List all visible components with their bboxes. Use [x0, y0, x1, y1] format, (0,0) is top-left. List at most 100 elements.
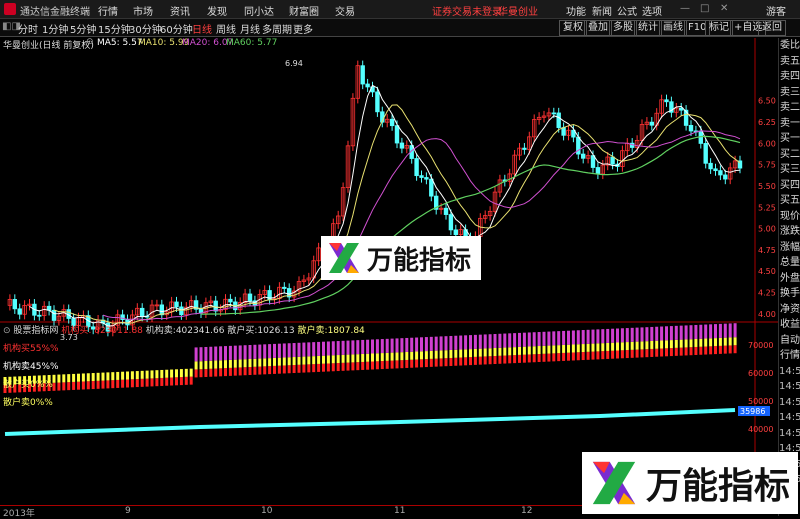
back-button[interactable]: 返回 [758, 20, 786, 36]
inst-sell-bar [410, 351, 414, 360]
retail-bar [488, 356, 492, 365]
menu-options[interactable]: 选项 [642, 3, 662, 18]
side-item[interactable]: 买四 [779, 178, 800, 194]
candle-body [561, 127, 566, 136]
side-item[interactable]: 涨幅 [779, 240, 800, 256]
adjust-button[interactable]: 复权 [559, 20, 587, 36]
side-item[interactable]: 卖二 [779, 100, 800, 116]
inst-sell-bar [630, 341, 634, 350]
menu-function[interactable]: 功能 [566, 3, 586, 18]
menu-trade[interactable]: 交易 [335, 3, 355, 18]
mark-button[interactable]: 标记 [705, 20, 733, 36]
side-item[interactable]: 外盘 [779, 271, 800, 287]
inst-sell-bar [86, 373, 90, 382]
menu-discover[interactable]: 发现 [207, 3, 227, 18]
side-item[interactable]: 行情 [779, 348, 800, 364]
side-item[interactable]: 买一 [779, 131, 800, 147]
retail-bar [459, 357, 463, 366]
inst-buy-bar [586, 329, 590, 344]
inst-sell-bar [155, 370, 159, 379]
menu-news[interactable]: 资讯 [170, 3, 190, 18]
side-item[interactable]: 14:5 [779, 364, 800, 380]
retail-bar [145, 378, 149, 387]
period-60min[interactable]: 60分钟 [160, 21, 193, 36]
draw-button[interactable]: 画线 [659, 20, 687, 36]
retail-bar [645, 349, 649, 358]
menu-wealth[interactable]: 财富圈 [289, 3, 319, 18]
inst-sell-bar [527, 346, 531, 355]
inst-sell-label: 机构卖: [145, 326, 176, 336]
menu-formula[interactable]: 公式 [617, 3, 637, 18]
close-icon[interactable]: ✕ [720, 3, 728, 14]
period-multi[interactable]: 多周期 [262, 21, 292, 36]
inst-sell-bar [135, 371, 139, 380]
period-30min[interactable]: 30分钟 [129, 21, 162, 36]
candle-body [399, 142, 405, 149]
side-item[interactable]: 买三 [779, 162, 800, 178]
login-status[interactable]: 证券交易未登录 [432, 3, 502, 18]
retail-bar [228, 367, 232, 376]
menu-news-right[interactable]: 新闻 [592, 3, 612, 18]
side-item[interactable]: 委比 [779, 38, 800, 54]
inst-buy-bar [258, 344, 262, 359]
side-item[interactable]: 14:5 [779, 426, 800, 442]
candle-body [174, 301, 179, 308]
side-item[interactable]: 涨跌 [779, 224, 800, 240]
minimize-icon[interactable]: — [680, 3, 690, 14]
inst-sell-bar [106, 372, 110, 381]
period-15min[interactable]: 15分钟 [98, 21, 131, 36]
side-item[interactable]: 总量 [779, 255, 800, 271]
side-item[interactable]: 卖三 [779, 85, 800, 101]
period-1min[interactable]: 1分钟 [42, 21, 68, 36]
stats-button[interactable]: 统计 [634, 20, 662, 36]
period-5min[interactable]: 5分钟 [70, 21, 96, 36]
inst-sell-bar [655, 340, 659, 349]
side-item[interactable]: 收益 [779, 317, 800, 333]
side-item[interactable]: 14:5 [779, 410, 800, 426]
inst-buy-bar [400, 338, 404, 353]
inst-buy-bar [375, 339, 379, 354]
period-weekly[interactable]: 周线 [216, 21, 236, 36]
inst-sell-bar [111, 372, 115, 381]
multi-stock-button[interactable]: 多股 [609, 20, 637, 36]
maximize-icon[interactable]: □ [700, 3, 709, 14]
side-item[interactable]: 买五 [779, 193, 800, 209]
menu-assistant[interactable]: 同小达 [244, 3, 274, 18]
retail-bar [91, 381, 95, 390]
guest-label[interactable]: 游客 [766, 3, 786, 18]
inst-sell-bar [669, 340, 673, 349]
inst-sell-bar [640, 341, 644, 350]
side-item[interactable]: 卖五 [779, 54, 800, 70]
side-item[interactable]: 14:5 [779, 379, 800, 395]
period-monthly[interactable]: 月线 [240, 21, 260, 36]
inst-buy-bar [620, 328, 624, 343]
period-intraday[interactable]: 分时 [18, 21, 38, 36]
inst-sell-bar [67, 374, 71, 383]
candle-body [429, 178, 434, 197]
inst-sell-bar [331, 355, 335, 364]
candle-body [139, 307, 145, 317]
side-item[interactable]: 换手 [779, 286, 800, 302]
side-item[interactable]: 买二 [779, 147, 800, 163]
side-item[interactable]: 自动 [779, 333, 800, 349]
inst-sell-bar [189, 368, 193, 377]
inst-buy-bar [557, 331, 561, 346]
inst-buy-bar [410, 337, 414, 352]
inst-sell-bar [165, 369, 169, 378]
inst-sell-bar [728, 337, 732, 346]
side-item[interactable]: 卖一 [779, 116, 800, 132]
overlay-button[interactable]: 叠加 [584, 20, 612, 36]
menu-market[interactable]: 市场 [133, 3, 153, 18]
watermark-text-2: 万能指标 [646, 466, 791, 507]
inst-sell-bar [660, 340, 664, 349]
side-item[interactable]: 卖四 [779, 69, 800, 85]
period-daily[interactable]: 日线 [192, 21, 212, 36]
indicator-settings-icon[interactable]: ⊙ [3, 326, 11, 336]
retail-bar [346, 362, 350, 371]
inst-buy-bar [434, 336, 438, 351]
side-item[interactable]: 14:5 [779, 395, 800, 411]
side-item[interactable]: 现价 [779, 209, 800, 225]
period-more[interactable]: 更多 [293, 21, 313, 36]
menu-quotes[interactable]: 行情 [98, 3, 118, 18]
side-item[interactable]: 净资 [779, 302, 800, 318]
